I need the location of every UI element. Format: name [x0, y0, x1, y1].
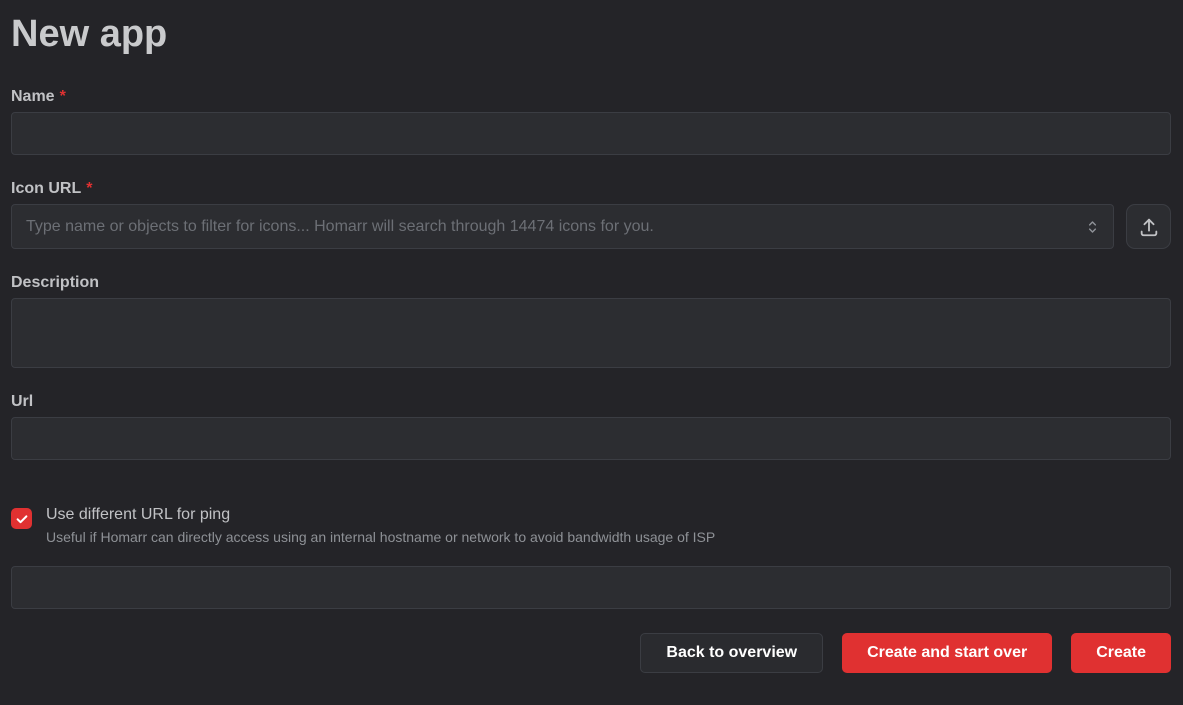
create-button[interactable]: Create — [1071, 633, 1171, 673]
url-field: Url — [11, 393, 1171, 460]
icon-url-label-text: Icon URL — [11, 180, 81, 197]
name-field: Name * — [11, 88, 1171, 155]
create-and-start-over-button[interactable]: Create and start over — [842, 633, 1052, 673]
description-label: Description — [11, 274, 1171, 292]
name-label-text: Name — [11, 88, 55, 105]
required-asterisk: * — [86, 180, 92, 197]
ping-checkbox-text: Use different URL for ping Useful if Hom… — [46, 506, 715, 545]
description-input[interactable] — [11, 298, 1171, 368]
icon-search-input[interactable] — [11, 204, 1114, 249]
url-input[interactable] — [11, 417, 1171, 460]
name-input[interactable] — [11, 112, 1171, 155]
required-asterisk: * — [60, 88, 66, 105]
url-label: Url — [11, 393, 1171, 411]
url-label-text: Url — [11, 393, 33, 410]
icon-url-field: Icon URL * — [11, 180, 1171, 249]
description-label-text: Description — [11, 274, 99, 291]
upload-image-button[interactable] — [1126, 204, 1171, 249]
check-icon — [15, 512, 29, 526]
ping-checkbox[interactable] — [11, 508, 32, 529]
page-title: New app — [11, 10, 1171, 59]
name-label: Name * — [11, 88, 1171, 106]
ping-url-input[interactable] — [11, 566, 1171, 609]
icon-url-label: Icon URL * — [11, 180, 1171, 198]
description-field: Description — [11, 274, 1171, 368]
form-actions: Back to overview Create and start over C… — [11, 633, 1171, 673]
ping-checkbox-label[interactable]: Use different URL for ping — [46, 506, 715, 524]
upload-icon — [1138, 216, 1160, 238]
icon-select — [11, 204, 1114, 249]
ping-helper-text: Useful if Homarr can directly access usi… — [46, 529, 715, 545]
new-app-page: New app Name * Icon URL * — [0, 0, 1183, 691]
back-to-overview-button[interactable]: Back to overview — [640, 633, 823, 673]
ping-section: Use different URL for ping Useful if Hom… — [11, 506, 1171, 609]
